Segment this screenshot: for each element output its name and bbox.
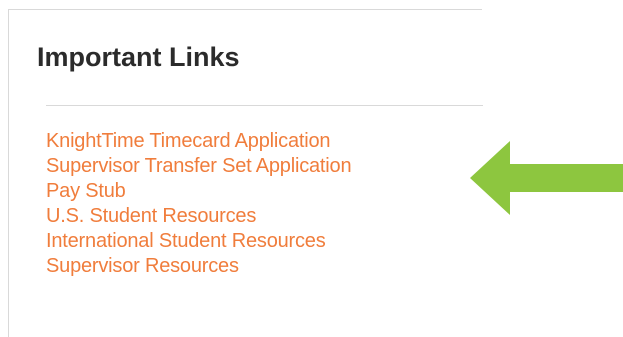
list-item: Pay Stub bbox=[46, 179, 351, 204]
arrow-shape bbox=[470, 141, 623, 215]
list-item: Supervisor Transfer Set Application bbox=[46, 154, 352, 179]
list-item: International Student Resources bbox=[46, 229, 351, 254]
link-supervisor-resources[interactable]: Supervisor Resources bbox=[46, 255, 239, 277]
links-list: KnightTime Timecard Application Supervis… bbox=[46, 129, 352, 279]
link-us-student-resources[interactable]: U.S. Student Resources bbox=[46, 205, 256, 227]
list-item: KnightTime Timecard Application bbox=[46, 129, 351, 154]
list-item: Supervisor Resources bbox=[46, 254, 351, 279]
list-item: U.S. Student Resources bbox=[46, 204, 351, 229]
panel-title: Important Links bbox=[37, 42, 240, 72]
link-international-student-resources[interactable]: International Student Resources bbox=[46, 230, 326, 252]
important-links-panel: Important Links KnightTime Timecard Appl… bbox=[8, 9, 483, 337]
divider bbox=[46, 105, 483, 106]
link-pay-stub[interactable]: Pay Stub bbox=[46, 180, 126, 202]
link-knighttime-timecard[interactable]: KnightTime Timecard Application bbox=[46, 130, 331, 152]
link-supervisor-transfer-set[interactable]: Supervisor Transfer Set Application bbox=[46, 155, 352, 177]
left-arrow-icon bbox=[470, 141, 623, 215]
